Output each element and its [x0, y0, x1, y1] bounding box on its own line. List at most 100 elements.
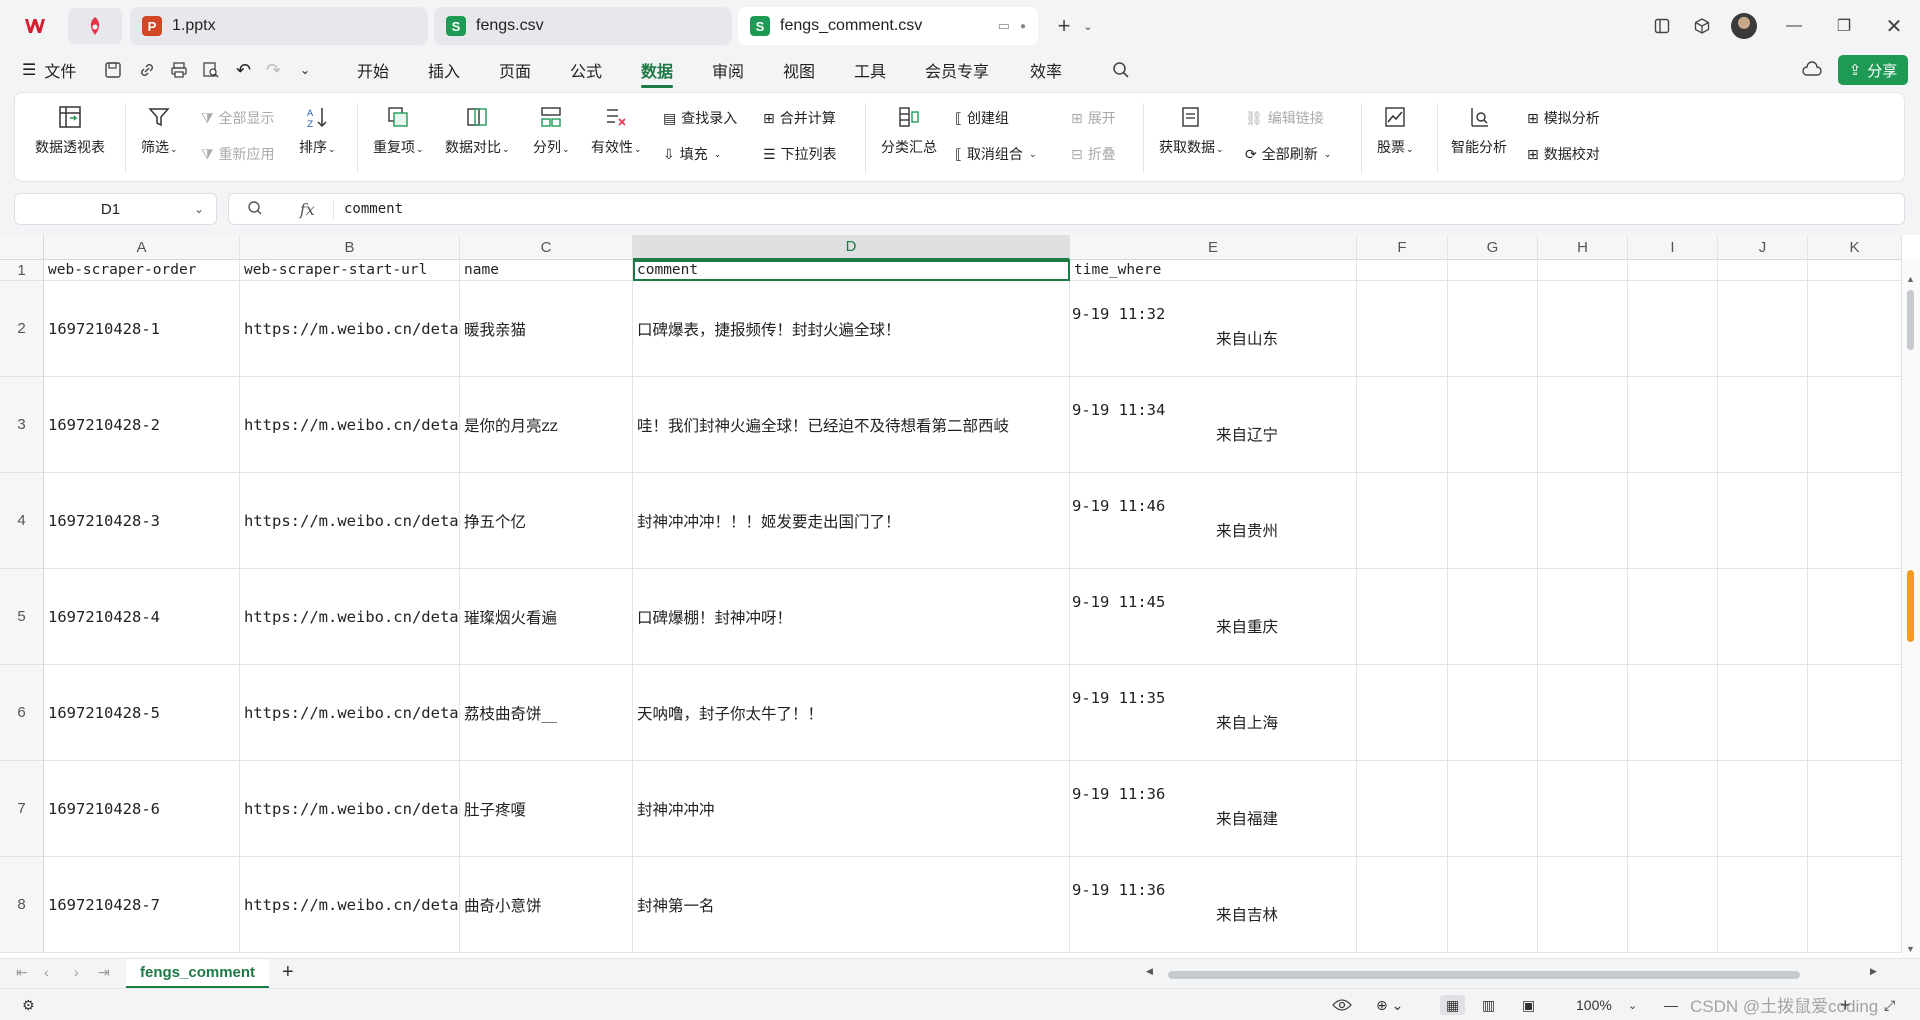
cell-h8[interactable] [1538, 857, 1628, 953]
cell-j5[interactable] [1718, 569, 1808, 665]
row-header-4[interactable]: 4 [0, 473, 44, 569]
cell-a6[interactable]: 1697210428-5 [44, 665, 240, 761]
scroll-right-icon[interactable]: ▶ [1870, 966, 1877, 977]
cell-b7[interactable]: https://m.weibo.cn/detai [240, 761, 460, 857]
minimize-icon[interactable]: — [1780, 12, 1808, 40]
zoom-formula-icon[interactable] [247, 200, 263, 219]
eye-protect-icon[interactable] [1332, 995, 1352, 1015]
cell-c5[interactable]: 璀璨烟火看遍 [460, 569, 633, 665]
expand-button[interactable]: ⊞ 展开 [1071, 107, 1116, 129]
cell-b3[interactable]: https://m.weibo.cn/detai [240, 377, 460, 473]
collapse-button[interactable]: ⊟ 折叠 [1071, 143, 1116, 165]
tab-fengs-comment-csv[interactable]: S fengs_comment.csv ▭ ● [738, 7, 1038, 45]
menu-efficiency[interactable]: 效率 [1030, 58, 1062, 82]
cell-e8[interactable]: 9-19 11:36 来自吉林 [1070, 857, 1357, 953]
redo-icon[interactable]: ↷ [266, 58, 281, 82]
last-sheet-icon[interactable]: ⇥ [98, 964, 110, 981]
share-link-icon[interactable] [138, 58, 156, 82]
menu-formula[interactable]: 公式 [570, 58, 602, 82]
menu-home[interactable]: 开始 [357, 58, 389, 82]
cell-e6[interactable]: 9-19 11:35 来自上海 [1070, 665, 1357, 761]
get-data-button[interactable]: 获取数据⌄ [1159, 103, 1224, 157]
cell-d2[interactable]: 口碑爆表，捷报频传！封封火遍全球！ [633, 281, 1070, 377]
print-icon[interactable] [170, 58, 188, 82]
cell-e7[interactable]: 9-19 11:36 来自福建 [1070, 761, 1357, 857]
column-header-j[interactable]: J [1718, 235, 1808, 260]
cube-icon[interactable] [1688, 12, 1716, 40]
pivot-table-button[interactable]: 数据透视表 [35, 103, 105, 157]
compare-button[interactable]: 数据对比⌄ [445, 103, 510, 157]
cell-i8[interactable] [1628, 857, 1718, 953]
cell-d4[interactable]: 封神冲冲冲！！！姬发要走出国门了！ [633, 473, 1070, 569]
insert-function-icon[interactable]: fx [300, 200, 315, 219]
cell-g6[interactable] [1448, 665, 1538, 761]
cell-c4[interactable]: 挣五个亿 [460, 473, 633, 569]
create-group-button[interactable]: ⟦ 创建组 [955, 107, 1009, 129]
cell-k1[interactable] [1808, 260, 1902, 281]
chevron-down-icon[interactable]: ⌄ [1074, 12, 1102, 40]
cell-style-icon[interactable]: ⊕ ⌄ [1376, 995, 1403, 1015]
cell-d5[interactable]: 口碑爆棚！封神冲呀！ [633, 569, 1070, 665]
row-header-2[interactable]: 2 [0, 281, 44, 377]
cell-e4[interactable]: 9-19 11:46 来自贵州 [1070, 473, 1357, 569]
show-all-button[interactable]: ⧩ 全部显示 [201, 107, 275, 129]
sort-button[interactable]: AZ 排序⌄ [299, 103, 336, 157]
column-header-c[interactable]: C [460, 235, 633, 260]
layout-icon[interactable] [1648, 12, 1676, 40]
menu-member[interactable]: 会员专享 [925, 58, 989, 82]
column-header-i[interactable]: I [1628, 235, 1718, 260]
cell-b5[interactable]: https://m.weibo.cn/detai [240, 569, 460, 665]
cell-h3[interactable] [1538, 377, 1628, 473]
cell-h2[interactable] [1538, 281, 1628, 377]
cell-i2[interactable] [1628, 281, 1718, 377]
what-if-analysis-button[interactable]: ⊞ 模拟分析 [1527, 107, 1600, 129]
cell-k7[interactable] [1808, 761, 1902, 857]
row-header-1[interactable]: 1 [0, 260, 44, 281]
cell-d7[interactable]: 封神冲冲冲 [633, 761, 1070, 857]
cell-e1[interactable]: time_where [1070, 260, 1357, 281]
filter-button[interactable]: 筛选⌄ [141, 103, 178, 157]
cell-c3[interactable]: 是你的月亮zz [460, 377, 633, 473]
wps-logo-icon[interactable] [12, 8, 58, 44]
cell-c1[interactable]: name [460, 260, 633, 281]
cell-h4[interactable] [1538, 473, 1628, 569]
first-sheet-icon[interactable]: ⇤ [16, 964, 28, 981]
cell-e5[interactable]: 9-19 11:45 来自重庆 [1070, 569, 1357, 665]
cell-a8[interactable]: 1697210428-7 [44, 857, 240, 953]
cell-i5[interactable] [1628, 569, 1718, 665]
sheet-tab-fengs-comment[interactable]: fengs_comment [126, 959, 270, 989]
ungroup-button[interactable]: ⟦ 取消组合 ⌄ [955, 143, 1036, 165]
cell-g5[interactable] [1448, 569, 1538, 665]
row-header-5[interactable]: 5 [0, 569, 44, 665]
tab-pptx[interactable]: P 1.pptx [130, 7, 428, 45]
more-chevron-icon[interactable]: ⌄ [300, 58, 310, 82]
print-preview-icon[interactable] [202, 58, 220, 82]
data-check-button[interactable]: ⊞ 数据校对 [1527, 143, 1600, 165]
fill-button[interactable]: ⇩ 填充 ⌄ [663, 143, 721, 165]
cell-d3[interactable]: 哇！我们封神火遍全球！已经迫不及待想看第二部西岐 [633, 377, 1070, 473]
validity-button[interactable]: 有效性⌄ [591, 103, 642, 157]
row-header-6[interactable]: 6 [0, 665, 44, 761]
zoom-out-icon[interactable]: — [1664, 995, 1678, 1015]
subtotal-button[interactable]: 分类汇总 [881, 103, 937, 157]
macro-icon[interactable]: ⚙ [22, 995, 35, 1015]
cell-a7[interactable]: 1697210428-6 [44, 761, 240, 857]
scroll-left-icon[interactable]: ◀ [1146, 966, 1153, 977]
cell-g7[interactable] [1448, 761, 1538, 857]
save-icon[interactable] [104, 58, 122, 82]
fullscreen-icon[interactable]: ⤢ [1884, 995, 1895, 1015]
menu-file[interactable]: ☰ 文件 [22, 58, 76, 82]
cell-i4[interactable] [1628, 473, 1718, 569]
scroll-up-icon[interactable]: ▲ [1906, 274, 1915, 284]
stocks-button[interactable]: 股票⌄ [1377, 103, 1414, 157]
cell-e3[interactable]: 9-19 11:34 来自辽宁 [1070, 377, 1357, 473]
cell-f3[interactable] [1357, 377, 1448, 473]
cell-i3[interactable] [1628, 377, 1718, 473]
cell-b4[interactable]: https://m.weibo.cn/detai [240, 473, 460, 569]
cell-f8[interactable] [1357, 857, 1448, 953]
normal-view-icon[interactable]: ▦ [1440, 995, 1466, 1015]
cell-i6[interactable] [1628, 665, 1718, 761]
cell-b1[interactable]: web-scraper-start-url [240, 260, 460, 281]
cell-i1[interactable] [1628, 260, 1718, 281]
page-layout-icon[interactable]: ▥ [1482, 995, 1495, 1015]
